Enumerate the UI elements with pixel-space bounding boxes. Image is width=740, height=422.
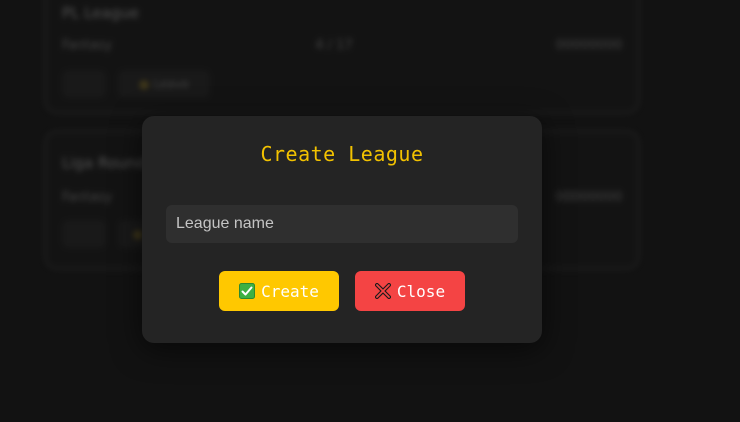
create-league-modal: Create League Create Close — [142, 116, 542, 343]
modal-title: Create League — [260, 142, 424, 166]
league-card-row: Fantasy 4 / 17 00000000 — [62, 38, 622, 53]
league-card-leave-button[interactable]: ● Leave — [118, 70, 210, 98]
league-card-type: Fantasy — [62, 38, 113, 53]
league-card-action-button[interactable] — [62, 70, 106, 98]
league-card-code: 00000000 — [555, 190, 622, 205]
league-card-title: Liga Round — [62, 154, 146, 172]
league-name-input[interactable] — [166, 205, 518, 243]
close-button[interactable]: Close — [355, 271, 465, 311]
league-card-type: Fantasy — [62, 190, 113, 205]
leave-icon: ● — [138, 77, 150, 91]
league-card-action-button[interactable] — [62, 220, 106, 248]
leave-label: Leave — [153, 77, 190, 91]
league-card: PL League Fantasy 4 / 17 00000000 ● Leave — [44, 0, 640, 114]
close-button-label: Close — [396, 281, 446, 301]
create-button-label: Create — [261, 281, 319, 301]
league-card-title: PL League — [62, 4, 139, 22]
league-card-code: 00000000 — [555, 38, 622, 53]
app-stage: PL League Fantasy 4 / 17 00000000 ● Leave… — [0, 0, 740, 422]
cross-mark-icon — [374, 283, 391, 299]
check-mark-icon — [239, 283, 256, 299]
league-card-round: 4 / 17 — [315, 38, 353, 53]
create-button[interactable]: Create — [219, 271, 339, 311]
